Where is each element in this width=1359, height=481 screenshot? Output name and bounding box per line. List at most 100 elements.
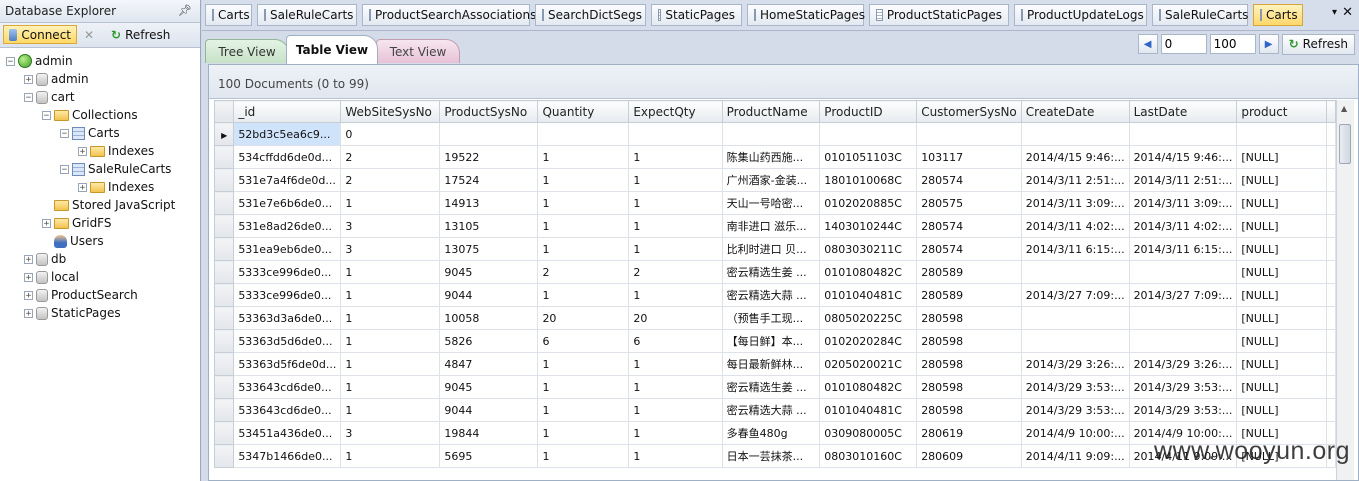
table-cell[interactable]: （预售手工现... bbox=[721, 306, 821, 330]
table-cell[interactable]: 0205020021C bbox=[819, 352, 918, 376]
table-cell[interactable]: 2014/4/9 10:00:... bbox=[1020, 421, 1130, 445]
table-row[interactable]: 531ea9eb6de0... 3 13075 1 1 比利时进口 贝... 0803030… bbox=[214, 237, 1336, 261]
table-cell[interactable]: 280598 bbox=[916, 375, 1022, 399]
refresh-tree-button[interactable]: ↻ Refresh bbox=[106, 25, 186, 44]
table-cell[interactable]: 280574 bbox=[916, 168, 1022, 192]
limit-input[interactable] bbox=[1209, 34, 1256, 54]
table-row[interactable]: 53363d5f6de0d... 1 4847 1 1 每日最新鲜林... 02050200… bbox=[214, 352, 1336, 376]
tree-node[interactable]: + GridFS bbox=[42, 214, 112, 232]
row-header[interactable] bbox=[214, 191, 235, 215]
table-cell[interactable]: 53363d5f6de0d... bbox=[233, 352, 342, 376]
table-cell[interactable]: 陈集山药西施... bbox=[721, 145, 821, 169]
table-cell[interactable]: 【每日鲜】本... bbox=[721, 329, 821, 353]
table-cell[interactable]: 5347b1466de0... bbox=[233, 444, 342, 468]
table-cell[interactable]: 53363d3a6de0... bbox=[233, 306, 342, 330]
skip-input[interactable] bbox=[1160, 34, 1207, 54]
table-cell[interactable]: [NULL] bbox=[1236, 398, 1327, 422]
table-cell[interactable]: 1 bbox=[628, 168, 723, 192]
table-cell[interactable]: 280589 bbox=[916, 283, 1022, 307]
column-header[interactable]: Quantity bbox=[537, 100, 630, 123]
table-cell[interactable]: 1 bbox=[340, 191, 441, 215]
table-cell[interactable]: 1 bbox=[537, 191, 630, 215]
table-cell[interactable]: 1 bbox=[537, 375, 630, 399]
row-header[interactable] bbox=[214, 421, 235, 445]
table-cell[interactable]: [NULL] bbox=[1236, 375, 1327, 399]
table-cell[interactable] bbox=[1020, 329, 1130, 353]
collection-tab[interactable]: Carts bbox=[205, 4, 252, 26]
row-header[interactable] bbox=[214, 329, 235, 353]
table-cell[interactable]: 103117 bbox=[916, 145, 1022, 169]
table-cell[interactable]: 0101040481C bbox=[819, 398, 918, 422]
table-cell[interactable]: 2014/3/29 3:26:... bbox=[1128, 352, 1238, 376]
table-cell[interactable]: 280598 bbox=[916, 352, 1022, 376]
table-cell[interactable]: 2014/3/11 4:02:... bbox=[1020, 214, 1130, 238]
table-cell[interactable]: 2014/3/11 2:51:... bbox=[1128, 168, 1238, 192]
table-cell[interactable]: 9044 bbox=[439, 398, 539, 422]
row-header[interactable] bbox=[214, 168, 235, 192]
row-header[interactable] bbox=[214, 375, 235, 399]
table-cell[interactable]: 14913 bbox=[439, 191, 539, 215]
column-header[interactable]: ProductSysNo bbox=[439, 100, 539, 123]
expand-toggle-icon[interactable]: + bbox=[42, 218, 51, 228]
table-cell[interactable]: 280598 bbox=[916, 306, 1022, 330]
table-cell[interactable]: [NULL] bbox=[1236, 306, 1327, 330]
column-header[interactable]: ExpectQty bbox=[628, 100, 723, 123]
table-cell[interactable] bbox=[628, 122, 723, 146]
table-cell[interactable]: 广州酒家-金装... bbox=[721, 168, 821, 192]
tree-node[interactable]: + admin bbox=[24, 70, 89, 88]
table-cell[interactable]: 1 bbox=[537, 283, 630, 307]
table-cell[interactable]: 280598 bbox=[916, 398, 1022, 422]
table-cell[interactable]: 9045 bbox=[439, 375, 539, 399]
table-cell[interactable]: 1 bbox=[537, 237, 630, 261]
table-row[interactable]: 531e8ad26de0... 3 13105 1 1 南非进口 滋乐... 1403010… bbox=[214, 214, 1336, 238]
table-cell[interactable] bbox=[1128, 306, 1238, 330]
tree-node[interactable]: + Indexes bbox=[78, 178, 154, 196]
table-cell[interactable]: 53363d5d6de0... bbox=[233, 329, 342, 353]
tree-node[interactable]: Users bbox=[42, 232, 104, 250]
table-cell[interactable]: 1 bbox=[340, 329, 441, 353]
disconnect-button[interactable]: ✕ bbox=[79, 25, 103, 44]
table-cell[interactable]: 0102020885C bbox=[819, 191, 918, 215]
table-row[interactable]: 533643cd6de0... 1 9044 1 1 密云精选大蒜 ... 01010404… bbox=[214, 398, 1336, 422]
collection-tab[interactable]: ProductStaticPages bbox=[869, 4, 1009, 26]
table-cell[interactable]: 1 bbox=[628, 398, 723, 422]
tree-node[interactable]: − cart bbox=[24, 88, 75, 106]
table-cell[interactable]: 2014/3/11 6:15:... bbox=[1128, 237, 1238, 261]
tree-node[interactable]: + StaticPages bbox=[24, 304, 121, 322]
table-cell[interactable]: 1 bbox=[340, 444, 441, 468]
table-cell[interactable]: 1 bbox=[340, 398, 441, 422]
table-cell[interactable]: 3 bbox=[340, 421, 441, 445]
close-icon[interactable]: ✕ bbox=[1342, 5, 1353, 20]
column-header[interactable]: WebSiteSysNo bbox=[340, 100, 441, 123]
table-cell[interactable]: 2014/3/11 3:09:... bbox=[1128, 191, 1238, 215]
table-cell[interactable]: 2 bbox=[340, 145, 441, 169]
table-cell[interactable]: 280574 bbox=[916, 214, 1022, 238]
table-cell[interactable]: 1 bbox=[340, 306, 441, 330]
table-cell[interactable]: 280609 bbox=[916, 444, 1022, 468]
table-cell[interactable]: 1 bbox=[340, 375, 441, 399]
column-header[interactable]: _id bbox=[233, 100, 342, 123]
scrollbar-thumb[interactable] bbox=[1339, 124, 1351, 164]
table-cell[interactable]: 2014/4/15 9:46:... bbox=[1020, 145, 1130, 169]
table-cell[interactable] bbox=[1128, 122, 1238, 146]
table-cell[interactable]: 280574 bbox=[916, 237, 1022, 261]
table-cell[interactable]: 0102020284C bbox=[819, 329, 918, 353]
table-cell[interactable]: 2014/3/27 7:09:... bbox=[1020, 283, 1130, 307]
expand-toggle-icon[interactable]: − bbox=[6, 56, 15, 66]
table-cell[interactable]: 1 bbox=[537, 444, 630, 468]
table-cell[interactable]: 1 bbox=[537, 214, 630, 238]
table-cell[interactable]: [NULL] bbox=[1236, 260, 1327, 284]
table-row[interactable]: ▶ 52bd3c5ea6c9... 0 bbox=[214, 122, 1336, 146]
table-cell[interactable]: 比利时进口 贝... bbox=[721, 237, 821, 261]
table-cell[interactable]: [NULL] bbox=[1236, 191, 1327, 215]
table-cell[interactable]: 密云精选大蒜 ... bbox=[721, 398, 821, 422]
column-header[interactable]: CreateDate bbox=[1020, 100, 1130, 123]
tree-node[interactable]: + Indexes bbox=[78, 142, 154, 160]
table-cell[interactable]: 1 bbox=[628, 375, 723, 399]
table-cell[interactable]: 1 bbox=[628, 191, 723, 215]
table-row[interactable]: 531e7a4f6de0d... 2 17524 1 1 广州酒家-金装... 180101… bbox=[214, 168, 1336, 192]
table-cell[interactable]: 1801010068C bbox=[819, 168, 918, 192]
tree-node[interactable]: + ProductSearch bbox=[24, 286, 138, 304]
table-row[interactable]: 534cffdd6de0d... 2 19522 1 1 陈集山药西施... 0101051… bbox=[214, 145, 1336, 169]
table-cell[interactable]: 2014/3/29 3:53:... bbox=[1020, 375, 1130, 399]
